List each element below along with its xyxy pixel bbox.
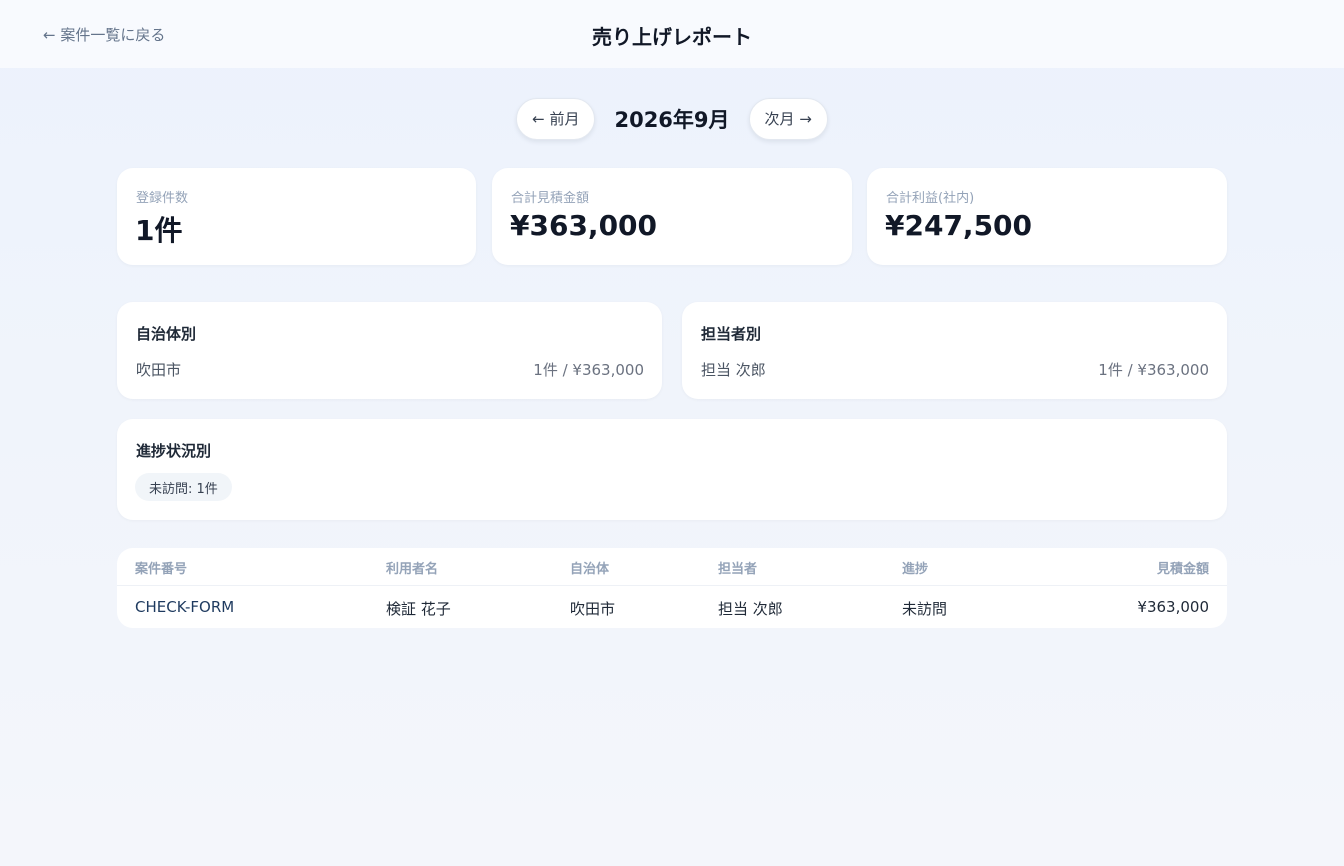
by-progress-card: 進捗状況別 未訪問: 1件 <box>117 419 1227 520</box>
stat-value: ¥247,500 <box>885 209 1033 242</box>
estimate-cell: ¥363,000 <box>1137 598 1209 616</box>
stat-label: 合計見積金額 <box>511 191 590 206</box>
stat-label: 合計利益(社内) <box>886 191 975 206</box>
by-staff-card: 担当者別 担当 次郎 1件 / ¥363,000 <box>682 302 1227 399</box>
municipality-name: 吹田市 <box>136 361 182 379</box>
stat-card-registered-count: 登録件数 1件 <box>117 168 476 265</box>
top-bar: ← 案件一覧に戻る 売り上げレポート <box>0 0 1344 68</box>
column-header-staff: 担当者 <box>718 562 758 577</box>
section-title: 担当者別 <box>701 325 762 343</box>
stat-card-total-estimate: 合計見積金額 ¥363,000 <box>492 168 852 265</box>
column-header-user-name: 利用者名 <box>386 562 439 577</box>
section-title: 進捗状況別 <box>136 442 212 460</box>
page-title: 売り上げレポート <box>592 25 752 49</box>
stat-label: 登録件数 <box>136 191 189 206</box>
column-header-estimate: 見積金額 <box>1156 562 1209 577</box>
cases-table: 案件番号 利用者名 自治体 担当者 進捗 見積金額 CHECK-FORM 検証 … <box>117 548 1227 628</box>
staff-cell: 担当 次郎 <box>718 600 783 618</box>
municipality-cell: 吹田市 <box>570 600 616 618</box>
stat-card-total-profit: 合計利益(社内) ¥247,500 <box>867 168 1227 265</box>
municipality-summary: 1件 / ¥363,000 <box>533 361 644 379</box>
month-navigation: ← 前月 2026年9月 次月 → <box>0 97 1344 140</box>
user-name-cell: 検証 花子 <box>386 600 451 618</box>
by-municipality-card: 自治体別 吹田市 1件 / ¥363,000 <box>117 302 662 399</box>
current-month-label: 2026年9月 <box>614 107 730 132</box>
table-header-divider <box>117 585 1227 586</box>
section-title: 自治体別 <box>136 325 197 343</box>
stat-value: 1件 <box>135 214 183 247</box>
staff-name: 担当 次郎 <box>701 361 766 379</box>
column-header-case-number: 案件番号 <box>135 562 188 577</box>
prev-month-button[interactable]: ← 前月 <box>516 97 596 140</box>
staff-summary: 1件 / ¥363,000 <box>1098 361 1209 379</box>
column-header-municipality: 自治体 <box>570 562 610 577</box>
stat-value: ¥363,000 <box>510 209 658 242</box>
case-number-link[interactable]: CHECK-FORM <box>135 598 234 616</box>
progress-cell: 未訪問 <box>902 600 948 618</box>
progress-chip: 未訪問: 1件 <box>135 473 232 501</box>
next-month-button[interactable]: 次月 → <box>748 97 828 140</box>
column-header-progress: 進捗 <box>902 562 929 577</box>
